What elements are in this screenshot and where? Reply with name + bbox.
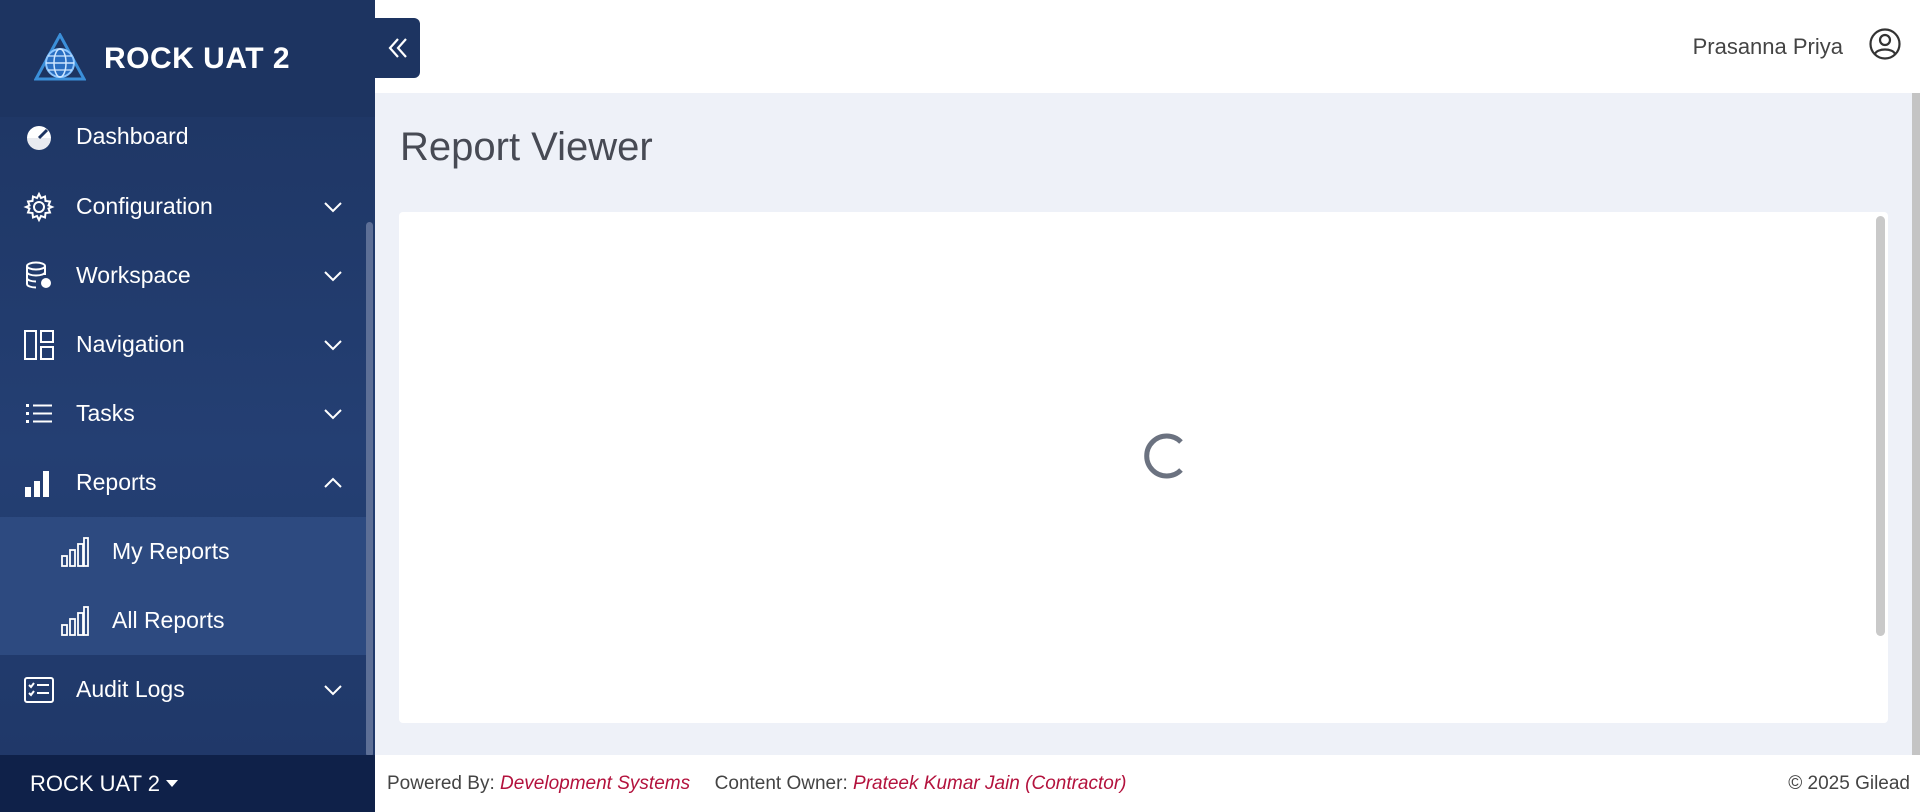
sidebar: ROCK UAT 2 Dashboard Configuration Works… bbox=[0, 0, 375, 812]
database-gear-icon bbox=[22, 259, 56, 293]
chevron-down-icon bbox=[324, 684, 342, 695]
chevron-down-icon bbox=[324, 201, 342, 212]
sidebar-item-tasks[interactable]: Tasks bbox=[0, 379, 366, 448]
content-owner-link[interactable]: Prateek Kumar Jain (Contractor) bbox=[853, 773, 1127, 794]
sidebar-menu: Dashboard Configuration Workspace Naviga… bbox=[0, 100, 366, 724]
powered-by-link[interactable]: Development Systems bbox=[500, 773, 690, 794]
page-title: Report Viewer bbox=[400, 125, 653, 169]
report-viewer-panel bbox=[399, 212, 1888, 723]
sidebar-item-label: My Reports bbox=[112, 538, 230, 564]
content-owner-label: Content Owner: bbox=[714, 772, 848, 794]
chevron-down-icon bbox=[324, 270, 342, 281]
chevron-down-icon bbox=[324, 339, 342, 350]
gear-icon bbox=[22, 190, 56, 224]
report-scrollbar[interactable] bbox=[1876, 216, 1885, 636]
caret-down-icon bbox=[166, 780, 178, 787]
double-chevron-left-icon bbox=[388, 38, 407, 58]
sidebar-item-configuration[interactable]: Configuration bbox=[0, 172, 366, 241]
bar-chart-icon bbox=[22, 466, 56, 500]
sidebar-item-audit-logs[interactable]: Audit Logs bbox=[0, 655, 366, 724]
loading-spinner-icon bbox=[1144, 433, 1183, 479]
sidebar-item-label: Reports bbox=[76, 469, 157, 495]
brand: ROCK UAT 2 bbox=[0, 0, 375, 117]
user-circle-icon[interactable] bbox=[1868, 27, 1902, 61]
page-footer: Powered By: Development Systems Content … bbox=[375, 755, 1920, 812]
user-name: Prasanna Priya bbox=[1692, 34, 1843, 59]
sidebar-item-label: Navigation bbox=[76, 331, 185, 357]
sidebar-item-workspace[interactable]: Workspace bbox=[0, 241, 366, 310]
collapse-sidebar-button[interactable] bbox=[375, 18, 420, 78]
sidebar-scrollbar[interactable] bbox=[366, 222, 373, 757]
chevron-down-icon bbox=[324, 408, 342, 419]
sidebar-item-label: All Reports bbox=[112, 607, 225, 633]
environment-selector[interactable]: ROCK UAT 2 bbox=[0, 755, 375, 812]
reports-submenu: My Reports All Reports bbox=[0, 517, 366, 655]
sidebar-item-label: Dashboard bbox=[76, 122, 189, 149]
sidebar-item-my-reports[interactable]: My Reports bbox=[0, 517, 366, 586]
sidebar-item-reports[interactable]: Reports bbox=[0, 448, 366, 517]
main-content: Report Viewer bbox=[375, 93, 1920, 755]
bar-chart-outline-icon bbox=[60, 536, 90, 568]
copyright: © 2025 Gilead bbox=[1788, 772, 1910, 794]
page-scrollbar[interactable] bbox=[1912, 93, 1920, 755]
sidebar-item-label: Audit Logs bbox=[76, 676, 185, 702]
sidebar-item-navigation[interactable]: Navigation bbox=[0, 310, 366, 379]
sidebar-item-label: Tasks bbox=[76, 400, 135, 426]
footer-credits: Powered By: Development Systems Content … bbox=[387, 773, 1127, 795]
environment-label: ROCK UAT 2 bbox=[30, 770, 160, 796]
globe-logo-icon bbox=[34, 32, 86, 80]
top-header: Prasanna Priya bbox=[375, 0, 1920, 93]
chevron-up-icon bbox=[324, 477, 342, 488]
app-title: ROCK UAT 2 bbox=[104, 41, 291, 75]
powered-by-label: Powered By: bbox=[387, 772, 495, 794]
list-icon bbox=[22, 397, 56, 431]
layout-icon bbox=[22, 328, 56, 362]
checklist-icon bbox=[22, 673, 56, 707]
sidebar-item-all-reports[interactable]: All Reports bbox=[0, 586, 366, 655]
dashboard-icon bbox=[22, 119, 56, 153]
bar-chart-outline-icon bbox=[60, 605, 90, 637]
sidebar-item-label: Configuration bbox=[76, 193, 213, 219]
sidebar-item-label: Workspace bbox=[76, 262, 191, 288]
